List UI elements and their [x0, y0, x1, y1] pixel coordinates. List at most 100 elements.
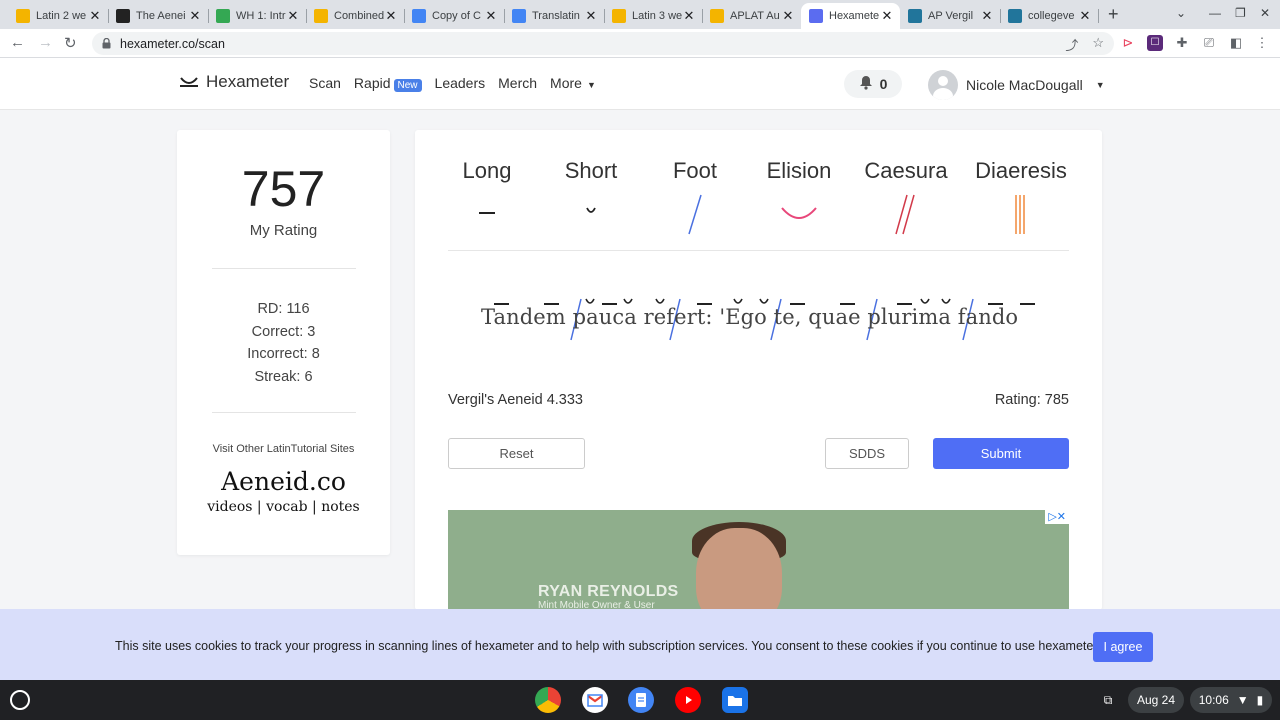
verse-line[interactable]: Tandem pauca refert: 'Ego te, quae pluri… [481, 305, 1018, 329]
url-text: hexameter.co/scan [120, 36, 225, 51]
close-tab-icon[interactable]: ✕ [88, 8, 102, 24]
ad-photo-face [696, 528, 782, 610]
nav-more[interactable]: More ▼ [550, 75, 596, 91]
files-icon[interactable] [722, 687, 748, 713]
restore-icon[interactable]: ❐ [1235, 6, 1246, 20]
profile-extension-icon[interactable]: ☐ [1147, 35, 1163, 51]
close-tab-icon[interactable]: ✕ [1078, 8, 1092, 24]
adchoices-icon[interactable]: ▷✕ [1045, 510, 1069, 524]
close-tab-icon[interactable]: ✕ [682, 8, 696, 24]
close-tab-icon[interactable]: ✕ [484, 8, 498, 24]
tab-favicon-icon [412, 9, 426, 23]
bookmark-star-icon[interactable]: ☆ [1092, 35, 1104, 54]
close-tab-icon[interactable]: ✕ [584, 8, 598, 24]
browser-tab[interactable]: Latin 3 we ✕ [604, 3, 703, 29]
menu-icon[interactable]: ⋮ [1254, 35, 1270, 51]
long-mark-icon [479, 212, 495, 214]
browser-tab-strip: + ⌄ — ❐ ✕ Latin 2 we ✕ The Aenei ✕ WH 1: Int… [0, 0, 1280, 29]
main-nav: Scan Rapid New Leaders Merch More ▼ [309, 75, 596, 92]
browser-tab[interactable]: APLAT Au ✕ [702, 3, 801, 29]
caret-down-icon: ▼ [1095, 80, 1105, 90]
browser-tab[interactable]: Latin 2 we ✕ [8, 3, 109, 29]
chrome-icon[interactable] [535, 687, 561, 713]
divider [212, 268, 356, 269]
tab-title: Latin 3 we [632, 10, 682, 22]
tab-favicon-icon [809, 9, 823, 23]
reload-icon[interactable]: ↻ [64, 34, 77, 52]
tab-title: Hexamete [829, 10, 880, 22]
tab-title: WH 1: Intr [236, 10, 286, 22]
tab-favicon-icon [512, 9, 526, 23]
site-logo[interactable]: Hexameter [180, 72, 289, 92]
browser-tab[interactable]: Hexamete ✕ [801, 3, 900, 29]
tab-favicon-icon [16, 9, 30, 23]
nav-leaders[interactable]: Leaders [435, 75, 486, 91]
date-tray[interactable]: Aug 24 [1128, 687, 1184, 713]
close-tab-icon[interactable]: ✕ [188, 8, 202, 24]
tab-title: The Aenei [136, 10, 186, 22]
browser-tab[interactable]: Combined ✕ [306, 3, 405, 29]
sdds-button[interactable]: SDDS [825, 438, 909, 469]
legend-elision: Elision [766, 158, 832, 183]
tab-separator [1098, 9, 1099, 23]
aeneid-subtitle: videos | vocab | notes [207, 499, 360, 515]
browser-toolbar: ← → ↻ hexameter.co/scan ⤴ ☆ ⊳ ☐ ✚ ⎚ ◧ ⋮ [0, 29, 1280, 58]
user-menu[interactable]: Nicole MacDougall ▼ [928, 70, 1105, 100]
forward-icon[interactable]: → [38, 34, 53, 51]
tab-favicon-icon [908, 9, 922, 23]
long-mark[interactable] [1020, 303, 1035, 305]
browser-tab[interactable]: Translatin ✕ [504, 3, 605, 29]
close-tab-icon[interactable]: ✕ [286, 8, 300, 24]
caesura-lines-icon [895, 194, 915, 235]
puzzle-icon[interactable]: ✚ [1174, 35, 1190, 51]
divider [212, 412, 356, 413]
close-tab-icon[interactable]: ✕ [781, 8, 795, 24]
cast-icon[interactable]: ⎚ [1201, 35, 1217, 51]
launcher-icon[interactable] [10, 690, 30, 710]
share-icon[interactable]: ⤴ [1065, 35, 1078, 54]
tab-search-icon[interactable]: ⌄ [1176, 6, 1186, 20]
nav-more-label: More [550, 75, 582, 91]
browser-tab[interactable]: AP Vergil ✕ [900, 3, 1001, 29]
notifications-button[interactable]: 0 [844, 70, 902, 98]
browser-tab[interactable]: collegeve ✕ [1000, 3, 1099, 29]
gmail-icon[interactable] [582, 687, 608, 713]
docs-icon[interactable] [628, 687, 654, 713]
browser-tab[interactable]: Copy of C ✕ [404, 3, 505, 29]
browser-tab[interactable]: WH 1: Intr ✕ [208, 3, 307, 29]
youtube-icon[interactable] [675, 687, 701, 713]
my-rating-label: My Rating [249, 222, 318, 239]
tab-favicon-icon [1008, 9, 1022, 23]
aeneid-link[interactable]: Aeneid.co [177, 467, 390, 496]
cookie-banner: This site uses cookies to track your pro… [0, 609, 1280, 680]
screen-capture-icon[interactable]: ⧉ [1096, 687, 1120, 713]
nav-rapid[interactable]: Rapid New [354, 75, 422, 92]
new-tab-icon[interactable]: + [1108, 4, 1119, 25]
back-icon[interactable]: ← [10, 34, 25, 51]
side-panel-icon[interactable]: ◧ [1228, 35, 1244, 51]
agree-button[interactable]: I agree [1093, 632, 1153, 662]
browser-tab[interactable]: The Aenei ✕ [108, 3, 209, 29]
stats-list: RD: 116 Correct: 3 Incorrect: 8 Streak: … [177, 298, 390, 388]
nav-merch[interactable]: Merch [498, 75, 537, 91]
advertisement[interactable]: RYAN REYNOLDS Mint Mobile Owner & User ▷… [448, 510, 1069, 610]
line-reference: Vergil's Aeneid 4.333 [448, 392, 583, 408]
minimize-icon[interactable]: — [1209, 6, 1221, 20]
close-tab-icon[interactable]: ✕ [384, 8, 398, 24]
extension-icon[interactable]: ⊳ [1120, 35, 1136, 51]
submit-button[interactable]: Submit [933, 438, 1069, 469]
stat-rd: RD: 116 [257, 301, 310, 317]
close-tab-icon[interactable]: ✕ [980, 8, 994, 24]
legend-foot: Foot [672, 158, 718, 183]
close-tab-icon[interactable]: ✕ [880, 8, 894, 24]
legend-caesura: Caesura [864, 158, 948, 183]
avatar [928, 70, 958, 100]
address-bar[interactable]: hexameter.co/scan ⤴ ☆ [92, 32, 1114, 55]
reset-button[interactable]: Reset [448, 438, 585, 469]
line-rating: Rating: 785 [994, 392, 1069, 408]
close-window-icon[interactable]: ✕ [1260, 6, 1270, 20]
nav-scan[interactable]: Scan [309, 75, 341, 91]
tab-favicon-icon [116, 9, 130, 23]
status-tray[interactable]: 10:06 ▼ ▮ [1190, 687, 1272, 713]
battery-icon: ▮ [1256, 693, 1264, 707]
